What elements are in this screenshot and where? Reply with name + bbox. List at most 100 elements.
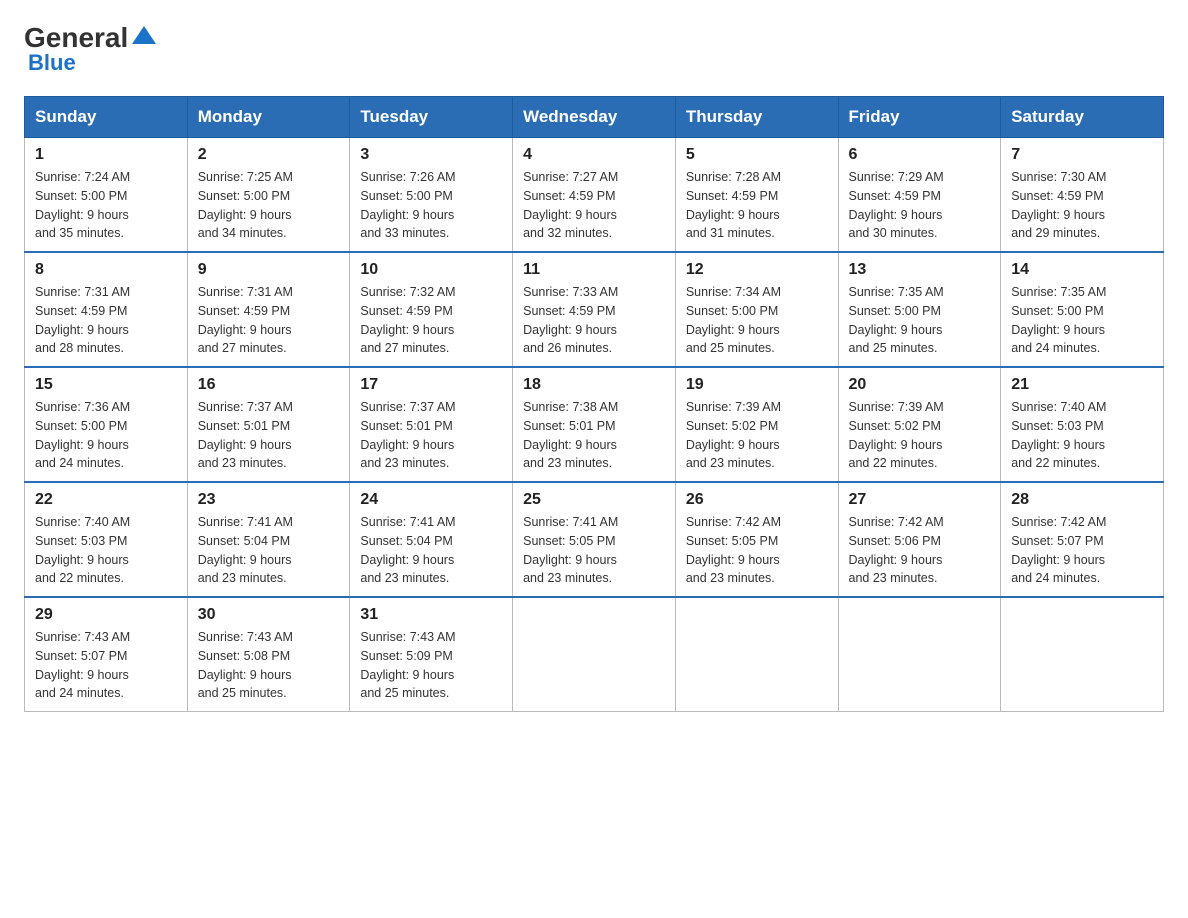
calendar-cell: 15 Sunrise: 7:36 AMSunset: 5:00 PMDayligh… xyxy=(25,367,188,482)
weekday-header-row: SundayMondayTuesdayWednesdayThursdayFrid… xyxy=(25,97,1164,138)
day-number: 18 xyxy=(523,376,665,394)
calendar-cell: 16 Sunrise: 7:37 AMSunset: 5:01 PMDayligh… xyxy=(187,367,350,482)
calendar-cell: 14Sunrise: 7:35 AMSunset: 5:00 PMDayligh… xyxy=(1001,252,1164,367)
day-number: 12 xyxy=(686,261,828,279)
day-info: Sunrise: 7:37 AMSunset: 5:01 PMDaylight:… xyxy=(198,398,340,473)
calendar-cell: 1Sunrise: 7:24 AMSunset: 5:00 PMDaylight… xyxy=(25,138,188,253)
calendar-cell: 25 Sunrise: 7:41 AMSunset: 5:05 PMDayligh… xyxy=(513,482,676,597)
calendar-cell: 21 Sunrise: 7:40 AMSunset: 5:03 PMDayligh… xyxy=(1001,367,1164,482)
day-number: 3 xyxy=(360,146,502,164)
calendar-cell: 7Sunrise: 7:30 AMSunset: 4:59 PMDaylight… xyxy=(1001,138,1164,253)
day-info: Sunrise: 7:42 AMSunset: 5:07 PMDaylight:… xyxy=(1011,513,1153,588)
day-number: 21 xyxy=(1011,376,1153,394)
day-number: 4 xyxy=(523,146,665,164)
day-number: 30 xyxy=(198,606,340,624)
calendar-cell: 3 Sunrise: 7:26 AMSunset: 5:00 PMDaylight… xyxy=(350,138,513,253)
logo: General Blue xyxy=(24,24,158,76)
day-info: Sunrise: 7:43 AMSunset: 5:07 PMDaylight:… xyxy=(35,628,177,703)
day-info: Sunrise: 7:31 AMSunset: 4:59 PMDaylight:… xyxy=(198,283,340,358)
day-number: 29 xyxy=(35,606,177,624)
day-number: 9 xyxy=(198,261,340,279)
calendar-cell: 17 Sunrise: 7:37 AMSunset: 5:01 PMDayligh… xyxy=(350,367,513,482)
calendar-cell: 18 Sunrise: 7:38 AMSunset: 5:01 PMDayligh… xyxy=(513,367,676,482)
calendar-cell xyxy=(675,597,838,712)
calendar-cell: 27 Sunrise: 7:42 AMSunset: 5:06 PMDayligh… xyxy=(838,482,1001,597)
day-number: 19 xyxy=(686,376,828,394)
calendar-cell: 5 Sunrise: 7:28 AMSunset: 4:59 PMDaylight… xyxy=(675,138,838,253)
day-info: Sunrise: 7:39 AMSunset: 5:02 PMDaylight:… xyxy=(686,398,828,473)
week-row-1: 1Sunrise: 7:24 AMSunset: 5:00 PMDaylight… xyxy=(25,138,1164,253)
logo-general-text: General xyxy=(24,24,128,52)
calendar-cell: 29 Sunrise: 7:43 AMSunset: 5:07 PMDayligh… xyxy=(25,597,188,712)
day-info: Sunrise: 7:42 AMSunset: 5:06 PMDaylight:… xyxy=(849,513,991,588)
calendar-cell: 19 Sunrise: 7:39 AMSunset: 5:02 PMDayligh… xyxy=(675,367,838,482)
day-info: Sunrise: 7:37 AMSunset: 5:01 PMDaylight:… xyxy=(360,398,502,473)
day-info: Sunrise: 7:41 AMSunset: 5:04 PMDaylight:… xyxy=(198,513,340,588)
weekday-header-friday: Friday xyxy=(838,97,1001,138)
day-info: Sunrise: 7:35 AMSunset: 5:00 PMDaylight:… xyxy=(1011,283,1153,358)
weekday-header-thursday: Thursday xyxy=(675,97,838,138)
calendar-cell: 6 Sunrise: 7:29 AMSunset: 4:59 PMDaylight… xyxy=(838,138,1001,253)
calendar-cell xyxy=(1001,597,1164,712)
day-number: 25 xyxy=(523,491,665,509)
calendar-cell: 20Sunrise: 7:39 AMSunset: 5:02 PMDayligh… xyxy=(838,367,1001,482)
weekday-header-sunday: Sunday xyxy=(25,97,188,138)
day-info: Sunrise: 7:31 AMSunset: 4:59 PMDaylight:… xyxy=(35,283,177,358)
day-info: Sunrise: 7:29 AMSunset: 4:59 PMDaylight:… xyxy=(849,168,991,243)
weekday-header-saturday: Saturday xyxy=(1001,97,1164,138)
day-number: 22 xyxy=(35,491,177,509)
calendar-cell xyxy=(838,597,1001,712)
calendar-cell: 13 Sunrise: 7:35 AMSunset: 5:00 PMDayligh… xyxy=(838,252,1001,367)
week-row-2: 8Sunrise: 7:31 AMSunset: 4:59 PMDaylight… xyxy=(25,252,1164,367)
day-info: Sunrise: 7:42 AMSunset: 5:05 PMDaylight:… xyxy=(686,513,828,588)
logo-blue-text: Blue xyxy=(28,50,76,76)
day-info: Sunrise: 7:43 AMSunset: 5:08 PMDaylight:… xyxy=(198,628,340,703)
day-number: 11 xyxy=(523,261,665,279)
day-number: 16 xyxy=(198,376,340,394)
day-info: Sunrise: 7:25 AMSunset: 5:00 PMDaylight:… xyxy=(198,168,340,243)
day-number: 13 xyxy=(849,261,991,279)
week-row-4: 22 Sunrise: 7:40 AMSunset: 5:03 PMDayligh… xyxy=(25,482,1164,597)
calendar-table: SundayMondayTuesdayWednesdayThursdayFrid… xyxy=(24,96,1164,712)
day-info: Sunrise: 7:32 AMSunset: 4:59 PMDaylight:… xyxy=(360,283,502,358)
day-number: 26 xyxy=(686,491,828,509)
week-row-5: 29 Sunrise: 7:43 AMSunset: 5:07 PMDayligh… xyxy=(25,597,1164,712)
day-number: 6 xyxy=(849,146,991,164)
day-number: 20 xyxy=(849,376,991,394)
day-info: Sunrise: 7:36 AMSunset: 5:00 PMDaylight:… xyxy=(35,398,177,473)
calendar-cell: 24 Sunrise: 7:41 AMSunset: 5:04 PMDayligh… xyxy=(350,482,513,597)
day-number: 24 xyxy=(360,491,502,509)
calendar-cell: 31Sunrise: 7:43 AMSunset: 5:09 PMDayligh… xyxy=(350,597,513,712)
day-number: 1 xyxy=(35,146,177,164)
day-info: Sunrise: 7:40 AMSunset: 5:03 PMDaylight:… xyxy=(1011,398,1153,473)
calendar-cell: 26 Sunrise: 7:42 AMSunset: 5:05 PMDayligh… xyxy=(675,482,838,597)
calendar-cell: 10 Sunrise: 7:32 AMSunset: 4:59 PMDayligh… xyxy=(350,252,513,367)
calendar-cell: 23Sunrise: 7:41 AMSunset: 5:04 PMDayligh… xyxy=(187,482,350,597)
day-info: Sunrise: 7:26 AMSunset: 5:00 PMDaylight:… xyxy=(360,168,502,243)
calendar-cell: 28Sunrise: 7:42 AMSunset: 5:07 PMDayligh… xyxy=(1001,482,1164,597)
day-info: Sunrise: 7:27 AMSunset: 4:59 PMDaylight:… xyxy=(523,168,665,243)
day-number: 5 xyxy=(686,146,828,164)
day-number: 17 xyxy=(360,376,502,394)
calendar-cell: 9 Sunrise: 7:31 AMSunset: 4:59 PMDaylight… xyxy=(187,252,350,367)
day-info: Sunrise: 7:35 AMSunset: 5:00 PMDaylight:… xyxy=(849,283,991,358)
day-info: Sunrise: 7:41 AMSunset: 5:05 PMDaylight:… xyxy=(523,513,665,588)
week-row-3: 15 Sunrise: 7:36 AMSunset: 5:00 PMDayligh… xyxy=(25,367,1164,482)
calendar-cell: 11Sunrise: 7:33 AMSunset: 4:59 PMDayligh… xyxy=(513,252,676,367)
day-number: 2 xyxy=(198,146,340,164)
day-info: Sunrise: 7:34 AMSunset: 5:00 PMDaylight:… xyxy=(686,283,828,358)
day-info: Sunrise: 7:41 AMSunset: 5:04 PMDaylight:… xyxy=(360,513,502,588)
calendar-cell: 12 Sunrise: 7:34 AMSunset: 5:00 PMDayligh… xyxy=(675,252,838,367)
day-info: Sunrise: 7:40 AMSunset: 5:03 PMDaylight:… xyxy=(35,513,177,588)
calendar-cell xyxy=(513,597,676,712)
day-number: 27 xyxy=(849,491,991,509)
day-number: 15 xyxy=(35,376,177,394)
day-number: 10 xyxy=(360,261,502,279)
calendar-cell: 4 Sunrise: 7:27 AMSunset: 4:59 PMDaylight… xyxy=(513,138,676,253)
weekday-header-tuesday: Tuesday xyxy=(350,97,513,138)
logo-triangle-icon xyxy=(130,22,158,50)
day-number: 7 xyxy=(1011,146,1153,164)
weekday-header-wednesday: Wednesday xyxy=(513,97,676,138)
day-info: Sunrise: 7:38 AMSunset: 5:01 PMDaylight:… xyxy=(523,398,665,473)
day-info: Sunrise: 7:28 AMSunset: 4:59 PMDaylight:… xyxy=(686,168,828,243)
